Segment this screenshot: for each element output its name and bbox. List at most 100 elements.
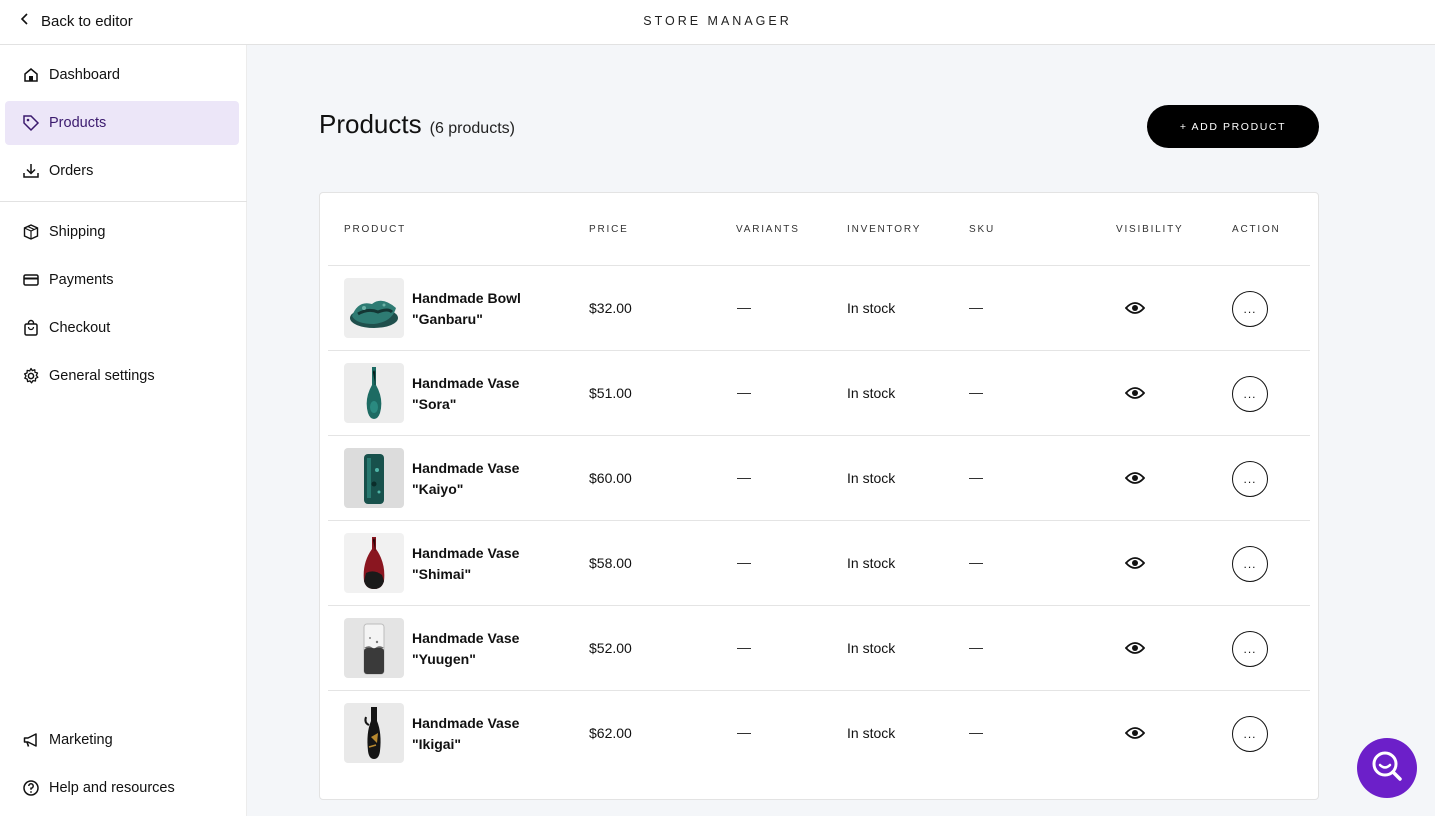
column-header-inventory: INVENTORY [847,224,922,235]
product-variants: — [737,639,751,655]
sidebar-item-label: Payments [49,272,114,288]
page-title: Products (6 products) [319,109,515,140]
more-actions-button[interactable]: ... [1232,546,1268,582]
product-name[interactable]: Handmade Vase "Kaiyo" [412,458,552,500]
product-price: $62.00 [589,725,632,741]
product-inventory: In stock [847,555,896,571]
sidebar-item-orders[interactable]: Orders [5,149,239,193]
eye-icon[interactable] [1124,385,1146,401]
product-thumbnail[interactable] [344,703,404,763]
product-name[interactable]: Handmade Vase "Yuugen" [412,628,552,670]
more-actions-button[interactable]: ... [1232,291,1268,327]
eye-icon[interactable] [1124,640,1146,656]
table-row[interactable]: Handmade Vase "Sora" $51.00 — In stock —… [328,351,1310,436]
eye-icon[interactable] [1124,725,1146,741]
more-actions-button[interactable]: ... [1232,631,1268,667]
download-icon [21,161,41,181]
more-actions-button[interactable]: ... [1232,461,1268,497]
product-inventory: In stock [847,300,896,316]
more-actions-button[interactable]: ... [1232,376,1268,412]
sidebar-item-payments[interactable]: Payments [5,258,239,302]
product-name-line2: "Yuugen" [412,651,476,667]
more-actions-button[interactable]: ... [1232,716,1268,752]
product-inventory: In stock [847,385,896,401]
add-product-button[interactable]: + ADD PRODUCT [1147,105,1319,148]
product-thumbnail[interactable] [344,448,404,508]
product-thumbnail[interactable] [344,533,404,593]
tag-icon [21,113,41,133]
credit-card-icon [21,270,41,290]
column-header-product: PRODUCT [344,224,407,235]
sidebar-item-label: Orders [49,163,94,179]
table-row[interactable]: Handmade Vase "Shimai" $58.00 — In stock… [328,521,1310,606]
column-header-action: ACTION [1232,224,1281,235]
sidebar-item-dashboard[interactable]: Dashboard [5,53,239,97]
table-row[interactable]: Handmade Vase "Yuugen" $52.00 — In stock… [328,606,1310,691]
product-sku: — [969,469,983,485]
sidebar-divider [0,201,247,202]
sidebar: Dashboard Products Orders Shipping Payme… [0,45,247,816]
product-name[interactable]: Handmade Vase "Shimai" [412,543,552,585]
help-chat-button[interactable] [1357,738,1417,798]
product-count: (6 products) [429,120,515,137]
product-name-line2: "Sora" [412,396,457,412]
product-name-line2: "Shimai" [412,566,472,582]
app-title: STORE MANAGER [643,14,792,28]
gear-icon [21,366,41,386]
products-table: PRODUCT PRICE VARIANTS INVENTORY SKU VIS… [319,192,1319,800]
table-row[interactable]: Handmade Vase "Kaiyo" $60.00 — In stock … [328,436,1310,521]
shopping-bag-icon [21,318,41,338]
product-sku: — [969,554,983,570]
help-circle-icon [21,778,41,798]
product-thumbnail[interactable] [344,278,404,338]
product-name-line1: Handmade Vase [412,375,520,391]
product-inventory: In stock [847,725,896,741]
sidebar-item-products[interactable]: Products [5,101,239,145]
eye-icon[interactable] [1124,555,1146,571]
sidebar-item-marketing[interactable]: Marketing [5,718,239,762]
top-bar: Back to editor STORE MANAGER [0,0,1435,45]
sidebar-item-checkout[interactable]: Checkout [5,306,239,350]
sidebar-item-label: Dashboard [49,67,120,83]
product-name[interactable]: Handmade Vase "Ikigai" [412,713,552,755]
product-inventory: In stock [847,470,896,486]
sidebar-item-help-and-resources[interactable]: Help and resources [5,766,239,810]
sidebar-item-label: Shipping [49,224,106,240]
product-name-line2: "Kaiyo" [412,481,464,497]
eye-icon[interactable] [1124,470,1146,486]
table-row[interactable]: Handmade Vase "Ikigai" $62.00 — In stock… [328,691,1310,776]
column-header-visibility: VISIBILITY [1116,224,1184,235]
column-header-variants: VARIANTS [736,224,800,235]
product-variants: — [737,554,751,570]
sidebar-item-label: Products [49,115,107,131]
product-variants: — [737,724,751,740]
product-price: $52.00 [589,640,632,656]
product-price: $51.00 [589,385,632,401]
product-sku: — [969,639,983,655]
sidebar-item-shipping[interactable]: Shipping [5,210,239,254]
product-name-line1: Handmade Vase [412,715,520,731]
product-sku: — [969,384,983,400]
product-name-line1: Handmade Vase [412,630,520,646]
sidebar-item-label: Marketing [49,732,113,748]
home-icon [21,65,41,85]
product-name[interactable]: Handmade Vase "Sora" [412,373,552,415]
product-name-line1: Handmade Vase [412,545,520,561]
product-name-line2: "Ganbaru" [412,311,483,327]
search-chat-icon [1369,748,1405,789]
product-price: $58.00 [589,555,632,571]
product-name[interactable]: Handmade Bowl "Ganbaru" [412,288,552,330]
product-variants: — [737,469,751,485]
eye-icon[interactable] [1124,300,1146,316]
sidebar-item-general-settings[interactable]: General settings [5,354,239,398]
product-thumbnail[interactable] [344,363,404,423]
product-name-line2: "Ikigai" [412,736,462,752]
column-header-sku: SKU [969,224,995,235]
product-price: $32.00 [589,300,632,316]
sidebar-item-label: General settings [49,368,155,384]
product-thumbnail[interactable] [344,618,404,678]
product-variants: — [737,299,751,315]
product-price: $60.00 [589,470,632,486]
product-variants: — [737,384,751,400]
table-row[interactable]: Handmade Bowl "Ganbaru" $32.00 — In stoc… [328,266,1310,351]
